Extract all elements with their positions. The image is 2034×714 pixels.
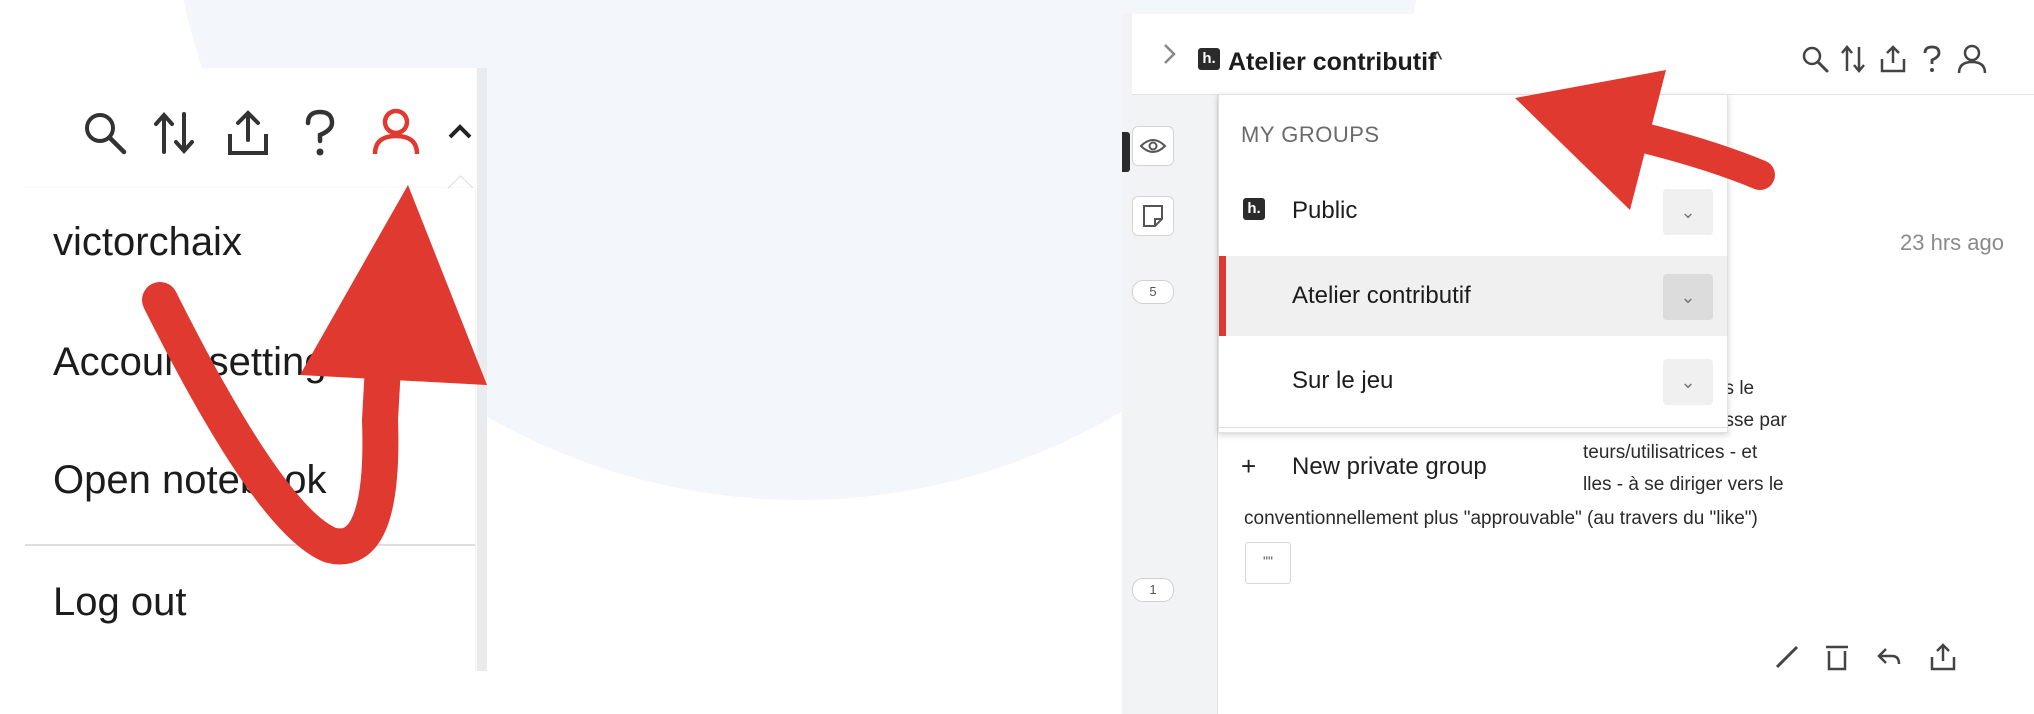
new-private-group-label: New private group: [1292, 453, 1487, 480]
user-icon[interactable]: [1956, 44, 1988, 79]
search-icon[interactable]: [1800, 44, 1830, 79]
groups-dropdown: MY GROUPS h. Public ⌄ Atelier contributi…: [1218, 94, 1728, 481]
open-notebook-item[interactable]: Open notebook: [53, 460, 327, 500]
edit-icon[interactable]: [1772, 642, 1802, 677]
group-selector[interactable]: Atelier contributif: [1228, 48, 1436, 77]
delete-icon[interactable]: [1822, 642, 1852, 677]
menu-divider: [25, 544, 475, 546]
username-item[interactable]: victorchaix: [53, 222, 242, 262]
left-panel: victorchaix Account settings Open notebo…: [25, 68, 487, 671]
group-item-atelier-contributif[interactable]: Atelier contributif ⌄: [1219, 256, 1727, 336]
expand-chevron-icon[interactable]: [1160, 40, 1180, 73]
toolbar: [25, 98, 487, 168]
sidebar-toggle-handle[interactable]: [1122, 132, 1130, 172]
share-icon[interactable]: [223, 108, 273, 158]
page-note-icon[interactable]: [1132, 196, 1174, 236]
reply-icon[interactable]: [1874, 642, 1904, 677]
share-icon[interactable]: [1928, 642, 1958, 677]
user-menu: victorchaix Account settings Open notebo…: [25, 188, 475, 671]
hypothesis-logo-icon: h.: [1198, 48, 1220, 70]
dropdown-divider: [1219, 427, 1727, 428]
new-private-group-item[interactable]: + New private group: [1219, 429, 1727, 499]
chevron-down-icon[interactable]: ⌄: [1663, 274, 1713, 320]
group-label: Public: [1292, 197, 1358, 224]
right-panel: h. Atelier contributif ^ 5 1 23 hrs ago …: [1122, 14, 2034, 714]
help-icon[interactable]: [300, 108, 340, 158]
group-item-public[interactable]: h. Public ⌄: [1219, 171, 1727, 251]
quote-button[interactable]: "": [1245, 542, 1291, 584]
annotation-count-badge[interactable]: 1: [1132, 578, 1174, 602]
annotation-count-badge[interactable]: 5: [1132, 280, 1174, 304]
hypothesis-logo-icon: h.: [1243, 198, 1265, 220]
sort-icon[interactable]: [1838, 44, 1868, 79]
top-bar: h. Atelier contributif ^: [1132, 14, 2034, 95]
chevron-down-icon[interactable]: ⌄: [1663, 189, 1713, 235]
chevron-down-icon[interactable]: ⌄: [1663, 359, 1713, 405]
log-out-item[interactable]: Log out: [53, 582, 186, 622]
search-icon[interactable]: [80, 108, 130, 158]
group-label: Atelier contributif: [1292, 282, 1471, 309]
eye-icon[interactable]: [1132, 126, 1174, 166]
share-icon[interactable]: [1878, 44, 1908, 79]
user-icon[interactable]: [370, 106, 422, 158]
help-icon[interactable]: [1920, 44, 1944, 79]
plus-icon: +: [1241, 451, 1257, 481]
group-item-sur-le-jeu[interactable]: Sur le jeu ⌄: [1219, 341, 1727, 421]
sort-icon[interactable]: [150, 108, 200, 158]
annotation-text-line: conventionnellement plus "approuvable" (…: [1244, 508, 1758, 529]
my-groups-heading: MY GROUPS: [1241, 122, 1380, 147]
annotation-timestamp[interactable]: 23 hrs ago: [1900, 230, 2004, 256]
group-caret-icon[interactable]: ^: [1432, 47, 1442, 73]
chevron-up-icon[interactable]: [445, 116, 475, 146]
group-label: Sur le jeu: [1292, 367, 1394, 394]
account-settings-item[interactable]: Account settings: [53, 342, 347, 382]
